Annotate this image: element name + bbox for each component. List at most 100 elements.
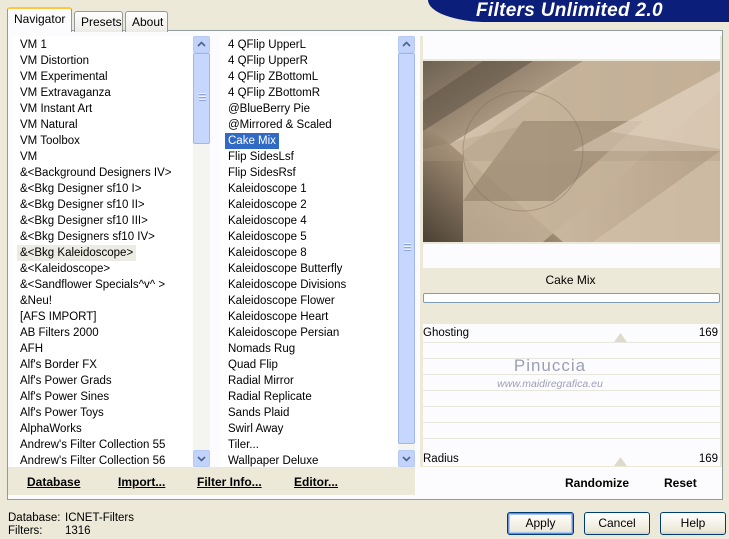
list-item[interactable]: Alf's Border FX <box>17 357 193 373</box>
list-item[interactable]: &<Bkg Designers sf10 IV> <box>17 229 193 245</box>
tab-navigator[interactable]: Navigator <box>7 7 72 32</box>
list-item[interactable]: @Mirrored & Scaled <box>225 117 398 133</box>
list-item[interactable]: Nomads Rug <box>225 341 398 357</box>
randomize-button[interactable]: Randomize <box>565 476 629 490</box>
list-item[interactable]: @BlueBerry Pie <box>225 101 398 117</box>
list-item[interactable]: Flip SidesLsf <box>225 149 398 165</box>
list-item[interactable]: AlphaWorks <box>17 421 193 437</box>
list-item[interactable]: 4 QFlip ZBottomR <box>225 85 398 101</box>
param-value: 169 <box>698 453 718 465</box>
list-item[interactable]: &<Bkg Kaleidoscope> <box>17 245 137 261</box>
param-label: Ghosting <box>423 327 470 339</box>
filter-scrollbar[interactable] <box>398 36 415 467</box>
category-scrollbar[interactable] <box>193 36 210 467</box>
list-item[interactable]: Flip SidesRsf <box>225 165 398 181</box>
reset-button[interactable]: Reset <box>664 476 697 490</box>
scroll-up-button[interactable] <box>398 36 415 53</box>
navigator-toolbar: Database Import... Filter Info... Editor… <box>8 467 415 495</box>
list-item[interactable]: &<Sandflower Specials^v^ > <box>17 277 193 293</box>
preview-image <box>423 61 720 242</box>
list-item[interactable]: Kaleidoscope Heart <box>225 309 398 325</box>
param-radius[interactable]: Radius 169 <box>423 452 720 466</box>
scroll-thumb[interactable] <box>193 53 210 144</box>
list-item[interactable]: Radial Mirror <box>225 373 398 389</box>
list-item[interactable]: Cake Mix <box>225 133 279 149</box>
list-item[interactable]: 4 QFlip UpperL <box>225 37 398 53</box>
filter-name-label: Cake Mix <box>545 273 596 287</box>
list-item[interactable]: VM Natural <box>17 117 193 133</box>
list-item[interactable]: Kaleidoscope 5 <box>225 229 398 245</box>
tab-about[interactable]: About <box>125 11 168 32</box>
list-item[interactable]: Kaleidoscope Flower <box>225 293 398 309</box>
list-item[interactable]: &<Background Designers IV> <box>17 165 193 181</box>
list-item[interactable]: Kaleidoscope 2 <box>225 197 398 213</box>
parameter-area <box>423 324 720 466</box>
list-item[interactable]: AB Filters 2000 <box>17 325 193 341</box>
list-item[interactable]: Kaleidoscope Divisions <box>225 277 398 293</box>
scroll-down-button[interactable] <box>193 450 210 467</box>
list-item[interactable]: VM Extravaganza <box>17 85 193 101</box>
watermark-url: www.maidiregrafica.eu <box>497 378 603 390</box>
list-item[interactable]: AFH <box>17 341 193 357</box>
list-item[interactable]: &Neu! <box>17 293 193 309</box>
list-item[interactable]: Swirl Away <box>225 421 398 437</box>
database-status-label: Database: <box>8 512 61 524</box>
chevron-up-icon <box>402 41 411 47</box>
list-item[interactable]: VM Experimental <box>17 69 193 85</box>
list-item[interactable]: Kaleidoscope Persian <box>225 325 398 341</box>
param-ghosting[interactable]: Ghosting 169 <box>423 326 720 340</box>
list-item[interactable]: &<Bkg Designer sf10 I> <box>17 181 193 197</box>
list-item[interactable]: Alf's Power Grads <box>17 373 193 389</box>
chevron-up-icon <box>197 41 206 47</box>
chevron-down-icon <box>402 456 411 462</box>
cancel-button[interactable]: Cancel <box>584 512 650 535</box>
list-item[interactable]: VM Distortion <box>17 53 193 69</box>
list-item[interactable]: [AFS IMPORT] <box>17 309 193 325</box>
tab-presets[interactable]: Presets <box>74 11 123 32</box>
filter-list[interactable]: 4 QFlip UpperL 4 QFlip UpperR 4 QFlip ZBot… <box>220 36 398 467</box>
category-list[interactable]: VM 1 VM Distortion VM Experimental VM Extra… <box>13 36 193 467</box>
list-item[interactable]: Radial Replicate <box>225 389 398 405</box>
editor-link[interactable]: Editor... <box>294 475 338 489</box>
list-item[interactable]: Wallpaper Deluxe <box>225 453 398 467</box>
list-item[interactable]: Andrew's Filter Collection 55 <box>17 437 193 453</box>
progress-bar <box>423 293 720 303</box>
list-item[interactable]: Kaleidoscope 1 <box>225 181 398 197</box>
scroll-down-button[interactable] <box>398 450 415 467</box>
import-link[interactable]: Import... <box>118 475 165 489</box>
database-link[interactable]: Database <box>27 475 80 489</box>
watermark-text: Pinuccia <box>513 356 587 375</box>
slider-thumb-icon[interactable] <box>614 333 627 342</box>
filters-count-label: Filters: <box>8 525 43 537</box>
list-item[interactable]: Tiler... <box>225 437 398 453</box>
list-item[interactable]: &<Bkg Designer sf10 II> <box>17 197 193 213</box>
list-item[interactable]: 4 QFlip ZBottomL <box>225 69 398 85</box>
list-item[interactable]: VM 1 <box>17 37 193 53</box>
list-item[interactable]: Alf's Power Toys <box>17 405 193 421</box>
list-item[interactable]: Sands Plaid <box>225 405 398 421</box>
scroll-up-button[interactable] <box>193 36 210 53</box>
param-value: 169 <box>698 327 718 339</box>
database-status-value: ICNET-Filters <box>65 512 134 524</box>
param-label: Radius <box>423 453 459 465</box>
filter-info-link[interactable]: Filter Info... <box>197 475 262 489</box>
list-item[interactable]: 4 QFlip UpperR <box>225 53 398 69</box>
help-button[interactable]: Help <box>660 512 726 535</box>
list-item[interactable]: VM Instant Art <box>17 101 193 117</box>
filters-count-value: 1316 <box>65 525 91 537</box>
list-item[interactable]: Quad Flip <box>225 357 398 373</box>
list-item[interactable]: Kaleidoscope Butterfly <box>225 261 398 277</box>
chevron-down-icon <box>197 456 206 462</box>
apply-button[interactable]: Apply <box>507 512 574 535</box>
list-item[interactable]: Kaleidoscope 4 <box>225 213 398 229</box>
list-item[interactable]: &<Kaleidoscope> <box>17 261 193 277</box>
app-title-banner: Filters Unlimited 2.0 <box>428 0 729 22</box>
list-item[interactable]: &<Bkg Designer sf10 III> <box>17 213 193 229</box>
list-item[interactable]: Kaleidoscope 8 <box>225 245 398 261</box>
list-item[interactable]: Andrew's Filter Collection 56 <box>17 453 193 467</box>
list-item[interactable]: Alf's Power Sines <box>17 389 193 405</box>
list-item[interactable]: VM <box>17 149 193 165</box>
list-item[interactable]: VM Toolbox <box>17 133 193 149</box>
scroll-thumb[interactable] <box>398 53 415 444</box>
slider-thumb-icon[interactable] <box>614 457 627 466</box>
